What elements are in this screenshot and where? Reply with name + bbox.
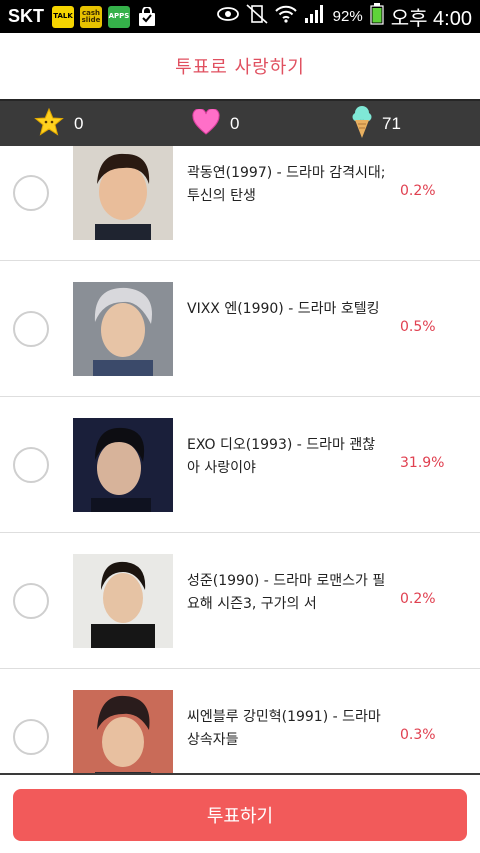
signal-icon (304, 4, 326, 29)
vote-percent: 0.5% (400, 319, 436, 335)
candidate-photo (73, 146, 173, 240)
candidate-photo (73, 418, 173, 512)
wifi-icon (274, 5, 297, 28)
heart-counter: 0 (192, 101, 239, 146)
eye-icon (216, 6, 239, 27)
vote-radio[interactable] (13, 447, 49, 483)
status-bar: SKT TALK cash slide APPS 92% 오후 4:00 (0, 0, 480, 33)
shopping-bag-icon (136, 6, 158, 28)
list-item[interactable]: 곽동연(1997) - 드라마 감격시대;투신의 탄생 0.2% (0, 146, 480, 261)
page-title: 투표로 사랑하기 (175, 57, 305, 78)
counter-bar: 0 0 71 (0, 99, 480, 146)
star-counter: 0 (34, 101, 83, 146)
candidate-list[interactable]: 곽동연(1997) - 드라마 감격시대;투신의 탄생 0.2% VIXX 엔(… (0, 146, 480, 773)
heart-icon (192, 107, 220, 139)
candidate-photo (73, 690, 173, 773)
candidate-description: EXO 디오(1993) - 드라마 괜찮아 사랑이야 (187, 437, 376, 476)
apps-icon: APPS (108, 5, 130, 28)
candidate-description: 성준(1990) - 드라마 로맨스가 필요해 시즌3, 구가의 서 (187, 573, 386, 612)
cash-slide-icon: cash slide (80, 5, 102, 28)
carrier-label: SKT (8, 6, 44, 26)
candidate-description: 씨엔블루 강민혁(1991) - 드라마 상속자들 (187, 709, 381, 748)
heart-count: 0 (230, 113, 240, 133)
battery-percent: 92% (332, 8, 363, 25)
vibrate-icon (246, 4, 268, 29)
vote-button[interactable]: 투표하기 (13, 789, 467, 841)
vote-percent: 0.2% (400, 183, 436, 199)
clock: 오후 4:00 (390, 8, 472, 30)
candidate-description: 곽동연(1997) - 드라마 감격시대;투신의 탄생 (187, 165, 386, 204)
vote-radio[interactable] (13, 311, 49, 347)
list-item[interactable]: 씨엔블루 강민혁(1991) - 드라마 상속자들 0.3% (0, 669, 480, 773)
list-item[interactable]: 성준(1990) - 드라마 로맨스가 필요해 시즌3, 구가의 서 0.2% (0, 533, 480, 669)
candidate-photo (73, 282, 173, 376)
star-icon (34, 107, 64, 141)
candidate-description: VIXX 엔(1990) - 드라마 호텔킹 (187, 301, 380, 317)
ice-cream-counter: 71 (352, 101, 401, 146)
list-item[interactable]: VIXX 엔(1990) - 드라마 호텔킹 0.5% (0, 261, 480, 397)
ice-cream-icon (352, 105, 372, 143)
vote-radio[interactable] (13, 719, 49, 755)
kakaotalk-icon: TALK (52, 5, 74, 28)
app-header: 투표로 사랑하기 (0, 33, 480, 99)
candidate-photo (73, 554, 173, 648)
list-item[interactable]: EXO 디오(1993) - 드라마 괜찮아 사랑이야 31.9% (0, 397, 480, 533)
footer: 투표하기 (0, 773, 480, 853)
vote-percent: 0.2% (400, 591, 436, 607)
battery-icon (370, 3, 384, 30)
vote-percent: 0.3% (400, 727, 436, 743)
star-count: 0 (74, 113, 84, 133)
vote-radio[interactable] (13, 583, 49, 619)
vote-percent: 31.9% (400, 455, 445, 471)
vote-radio[interactable] (13, 175, 49, 211)
ice-cream-count: 71 (382, 113, 401, 133)
